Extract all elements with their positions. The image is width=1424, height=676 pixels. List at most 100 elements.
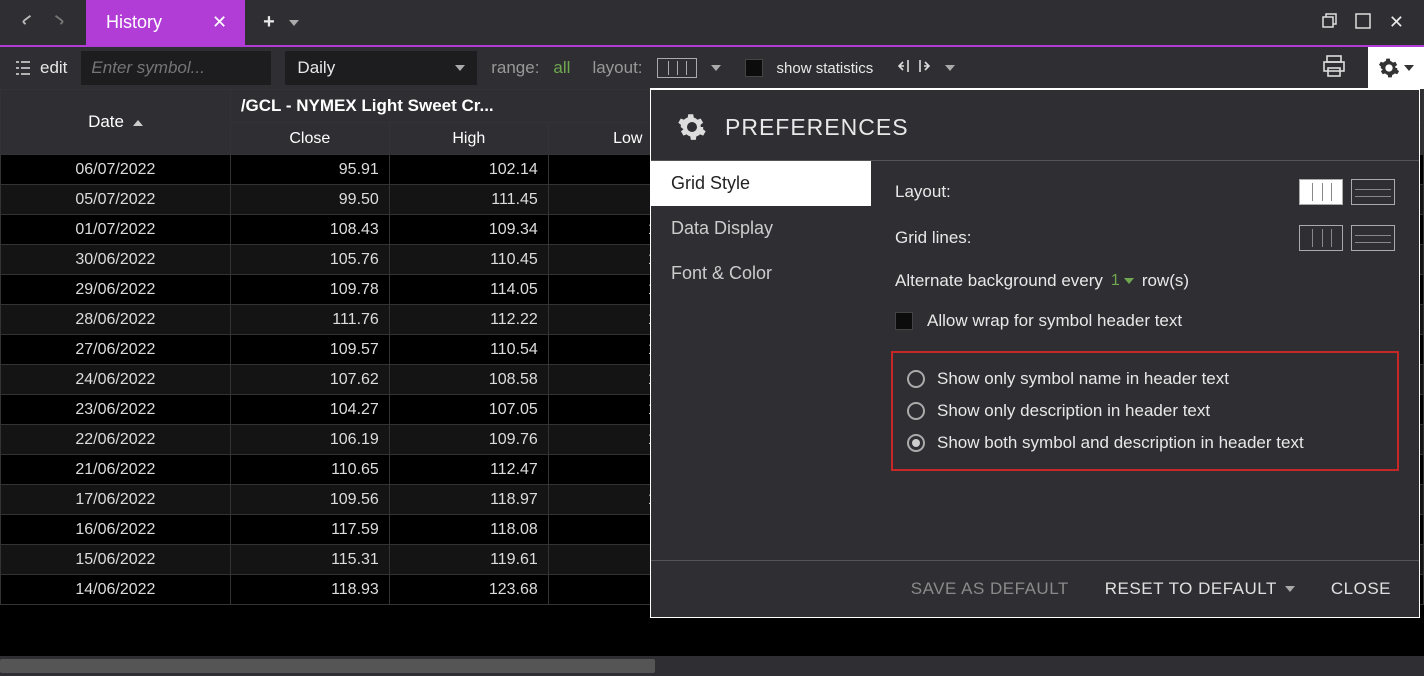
cell-value: 95.91 <box>230 155 389 185</box>
tab-data-display[interactable]: Data Display <box>651 206 871 251</box>
chevron-down-icon <box>455 65 465 71</box>
tab-history[interactable]: History ✕ <box>86 0 245 45</box>
layout-horizontal-option[interactable] <box>1351 179 1395 205</box>
gridlines-label: Grid lines: <box>895 228 972 248</box>
cell-date: 17/06/2022 <box>1 485 231 515</box>
layout-dropdown-icon[interactable] <box>711 65 721 71</box>
symbol-input[interactable] <box>81 51 271 85</box>
chevron-down-icon <box>1285 586 1295 592</box>
close-window-icon[interactable]: ✕ <box>1389 12 1404 33</box>
cell-value: 118.08 <box>389 515 548 545</box>
cell-value: 112.22 <box>389 305 548 335</box>
interval-select[interactable]: Daily <box>285 51 477 85</box>
edit-button[interactable]: edit <box>14 58 67 78</box>
cell-date: 24/06/2022 <box>1 365 231 395</box>
sort-asc-icon <box>133 120 143 126</box>
cell-value: 111.76 <box>230 305 389 335</box>
layout-label: layout: <box>592 58 642 78</box>
gridlines-horizontal-option[interactable] <box>1351 225 1395 251</box>
radio-icon <box>907 402 925 420</box>
radio-icon <box>907 370 925 388</box>
cell-value: 108.43 <box>230 215 389 245</box>
add-tab-icon[interactable]: + <box>263 11 275 34</box>
cell-value: 110.45 <box>389 245 548 275</box>
cell-value: 106.19 <box>230 425 389 455</box>
cell-date: 23/06/2022 <box>1 395 231 425</box>
cell-value: 109.57 <box>230 335 389 365</box>
cell-date: 15/06/2022 <box>1 545 231 575</box>
cell-value: 104.27 <box>230 395 389 425</box>
allow-wrap-checkbox[interactable] <box>895 312 913 330</box>
layout-pref-label: Layout: <box>895 182 951 202</box>
cell-date: 01/07/2022 <box>1 215 231 245</box>
cell-value: 110.54 <box>389 335 548 365</box>
cell-value: 107.62 <box>230 365 389 395</box>
reset-default-button[interactable]: RESET TO DEFAULT <box>1105 579 1295 599</box>
date-header[interactable]: Date <box>1 90 231 155</box>
altbg-suffix: row(s) <box>1142 271 1189 291</box>
close-preferences-button[interactable]: CLOSE <box>1331 579 1391 599</box>
cell-value: 109.56 <box>230 485 389 515</box>
cell-value: 109.76 <box>389 425 548 455</box>
cell-date: 16/06/2022 <box>1 515 231 545</box>
close-tab-icon[interactable]: ✕ <box>212 12 227 33</box>
cell-date: 22/06/2022 <box>1 425 231 455</box>
show-stats-label: show statistics <box>777 60 874 77</box>
cell-value: 112.47 <box>389 455 548 485</box>
cell-value: 102.14 <box>389 155 548 185</box>
tab-grid-style[interactable]: Grid Style <box>651 161 871 206</box>
show-stats-checkbox[interactable] <box>745 59 763 77</box>
chevron-down-icon <box>1404 65 1414 71</box>
cell-date: 05/07/2022 <box>1 185 231 215</box>
maximize-icon[interactable] <box>1355 13 1371 33</box>
radio-both[interactable]: Show both symbol and description in head… <box>905 427 1385 459</box>
cell-date: 06/07/2022 <box>1 155 231 185</box>
cell-value: 109.34 <box>389 215 548 245</box>
arrows-horizontal-icon[interactable] <box>897 57 931 79</box>
settings-button[interactable] <box>1368 47 1424 89</box>
cell-value: 123.68 <box>389 575 548 605</box>
cell-value: 108.58 <box>389 365 548 395</box>
range-value[interactable]: all <box>553 58 570 78</box>
back-icon[interactable] <box>20 12 38 34</box>
column-header[interactable]: High <box>389 123 548 155</box>
arrows-dropdown-icon[interactable] <box>945 65 955 71</box>
header-text-radio-group: Show only symbol name in header text Sho… <box>891 351 1399 471</box>
forward-icon[interactable] <box>48 12 66 34</box>
cell-date: 29/06/2022 <box>1 275 231 305</box>
cell-date: 28/06/2022 <box>1 305 231 335</box>
cell-value: 117.59 <box>230 515 389 545</box>
preferences-title: PREFERENCES <box>725 114 909 141</box>
interval-value: Daily <box>297 58 335 78</box>
horizontal-scrollbar[interactable] <box>0 656 1424 676</box>
altbg-value[interactable]: 1 <box>1111 272 1134 290</box>
cell-date: 27/06/2022 <box>1 335 231 365</box>
layout-vertical-option[interactable] <box>1299 179 1343 205</box>
allow-wrap-label: Allow wrap for symbol header text <box>927 311 1182 331</box>
column-header[interactable]: Close <box>230 123 389 155</box>
altbg-prefix: Alternate background every <box>895 271 1103 291</box>
cell-value: 99.50 <box>230 185 389 215</box>
tab-menu-icon[interactable] <box>289 20 299 26</box>
cell-value: 118.93 <box>230 575 389 605</box>
gridlines-vertical-option[interactable] <box>1299 225 1343 251</box>
tab-label: History <box>106 12 162 33</box>
gear-icon <box>677 112 707 142</box>
cell-value: 114.05 <box>389 275 548 305</box>
radio-symbol-only[interactable]: Show only symbol name in header text <box>905 363 1385 395</box>
restore-window-icon[interactable] <box>1321 13 1337 33</box>
cell-date: 14/06/2022 <box>1 575 231 605</box>
radio-description-only[interactable]: Show only description in header text <box>905 395 1385 427</box>
cell-value: 119.61 <box>389 545 548 575</box>
edit-label: edit <box>40 58 67 78</box>
tab-font-color[interactable]: Font & Color <box>651 251 871 296</box>
cell-value: 109.78 <box>230 275 389 305</box>
range-label: range: <box>491 58 539 78</box>
cell-value: 110.65 <box>230 455 389 485</box>
print-icon[interactable] <box>1322 55 1346 81</box>
save-default-button[interactable]: SAVE AS DEFAULT <box>911 579 1069 599</box>
radio-icon <box>907 434 925 452</box>
layout-option-icon[interactable] <box>657 58 697 78</box>
cell-value: 107.05 <box>389 395 548 425</box>
cell-value: 111.45 <box>389 185 548 215</box>
